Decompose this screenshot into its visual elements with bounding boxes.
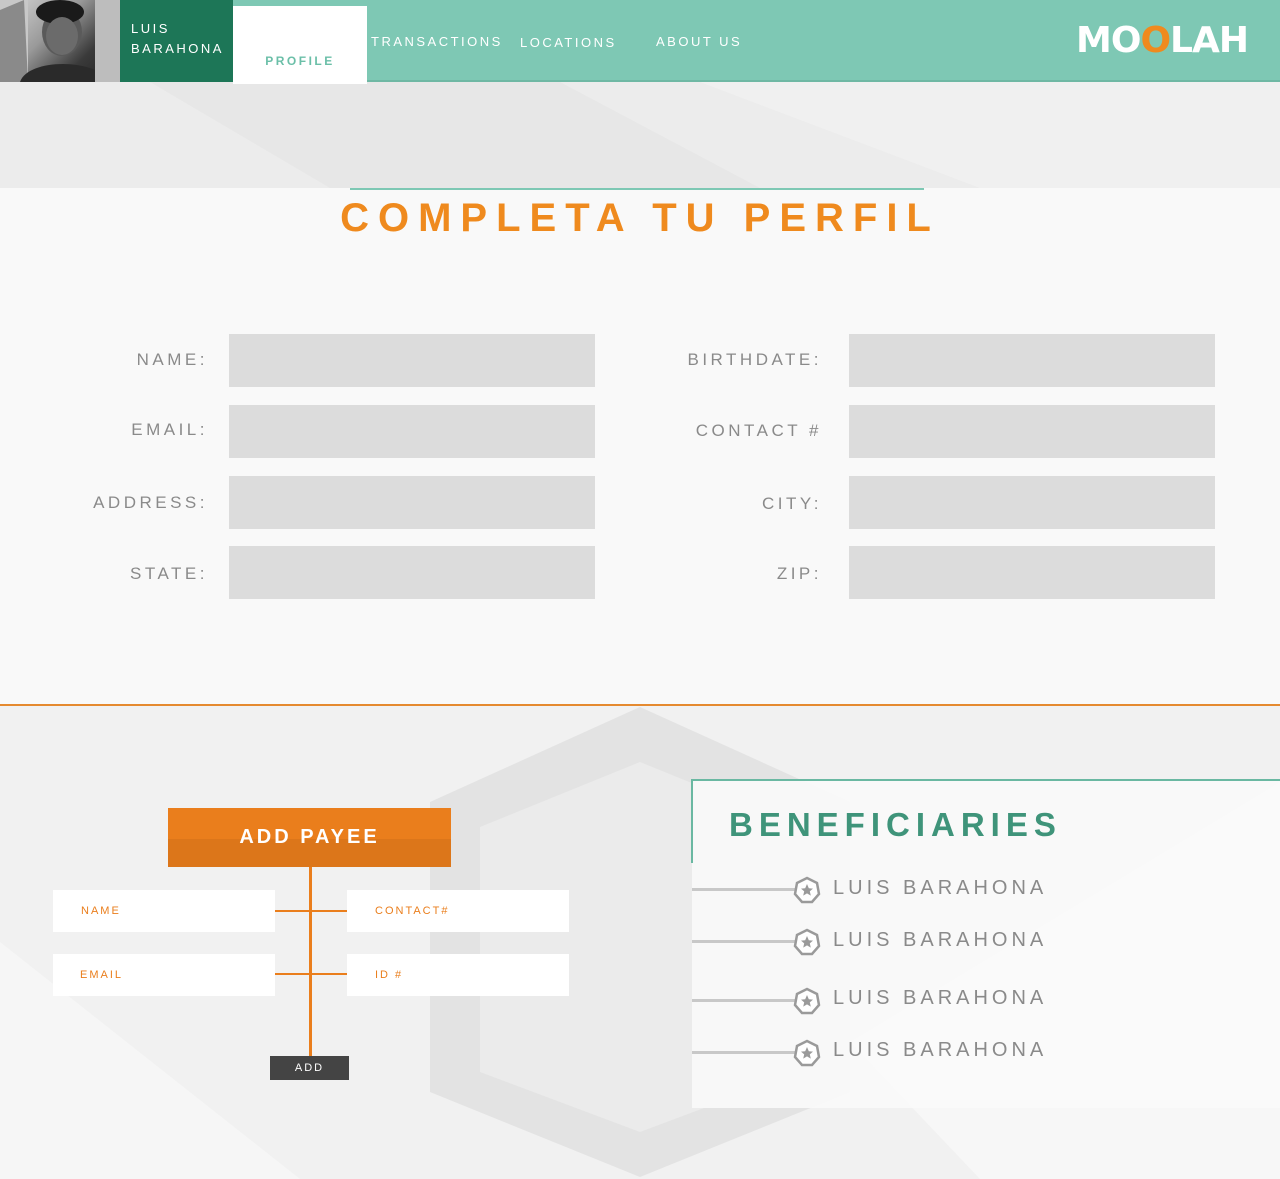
zip-label: ZIP: xyxy=(776,564,822,583)
address-field[interactable] xyxy=(229,476,595,529)
beneficiaries-border-top xyxy=(692,779,1280,781)
star-badge-icon xyxy=(793,987,821,1015)
zip-field[interactable] xyxy=(849,546,1215,599)
payee-name-field[interactable]: NAME xyxy=(53,890,275,932)
name-field[interactable] xyxy=(229,334,595,387)
star-badge-icon xyxy=(793,928,821,956)
title-divider xyxy=(350,188,924,190)
star-badge-icon xyxy=(793,1039,821,1067)
beneficiary-line xyxy=(692,1051,796,1054)
add-button[interactable]: ADD xyxy=(270,1056,349,1080)
beneficiary-line xyxy=(692,999,796,1002)
name-label: NAME: xyxy=(136,350,208,369)
beneficiary-name[interactable]: LUIS BARAHONA xyxy=(833,987,1047,1010)
user-first-name: LUIS xyxy=(131,21,170,36)
beneficiary-name[interactable]: LUIS BARAHONA xyxy=(833,929,1047,952)
tab-transactions[interactable]: TRANSACTIONS xyxy=(371,34,503,49)
beneficiaries-border-left xyxy=(691,779,693,863)
user-last-name: BARAHONA xyxy=(131,41,224,56)
beneficiary-line xyxy=(692,940,796,943)
moolah-logo[interactable]: MOOLAH xyxy=(1076,20,1249,61)
state-field[interactable] xyxy=(229,546,595,599)
logo-text-start: MO xyxy=(1076,20,1141,61)
star-badge-icon xyxy=(793,876,821,904)
address-label: ADDRESS: xyxy=(93,493,208,512)
payee-id-field[interactable]: ID # xyxy=(347,954,569,996)
city-label: CITY: xyxy=(761,494,822,513)
state-label: STATE: xyxy=(130,564,208,583)
logo-text-end: LAH xyxy=(1170,20,1249,61)
tab-about-us[interactable]: ABOUT US xyxy=(656,34,742,49)
add-payee-header: ADD PAYEE xyxy=(168,808,451,867)
tab-locations[interactable]: LOCATIONS xyxy=(520,35,617,50)
page-title: COMPLETA TU PERFIL xyxy=(340,196,940,240)
payee-email-field[interactable]: EMAIL xyxy=(53,954,275,996)
contact-field[interactable] xyxy=(849,405,1215,458)
beneficiary-name[interactable]: LUIS BARAHONA xyxy=(833,1039,1047,1062)
email-field[interactable] xyxy=(229,405,595,458)
top-nav-bar: LUIS BARAHONA PROFILE TRANSACTIONS LOCAT… xyxy=(0,0,1280,84)
add-payee-title: ADD PAYEE xyxy=(239,826,380,848)
beneficiary-line xyxy=(692,888,796,891)
payee-contact-field[interactable]: CONTACT# xyxy=(347,890,569,932)
birthdate-label: BIRTHDATE: xyxy=(687,350,822,369)
logo-text-o: O xyxy=(1140,20,1171,61)
beneficiary-name[interactable]: LUIS BARAHONA xyxy=(833,877,1047,900)
user-name[interactable]: LUIS BARAHONA xyxy=(120,0,233,82)
birthdate-field[interactable] xyxy=(849,334,1215,387)
city-field[interactable] xyxy=(849,476,1215,529)
email-label: EMAIL: xyxy=(131,420,208,439)
tab-profile[interactable]: PROFILE xyxy=(233,6,367,84)
beneficiaries-title: BENEFICIARIES xyxy=(729,806,1062,843)
contact-label: CONTACT # xyxy=(695,421,822,440)
avatar[interactable] xyxy=(0,0,120,82)
payee-connector-vertical xyxy=(309,867,312,1057)
